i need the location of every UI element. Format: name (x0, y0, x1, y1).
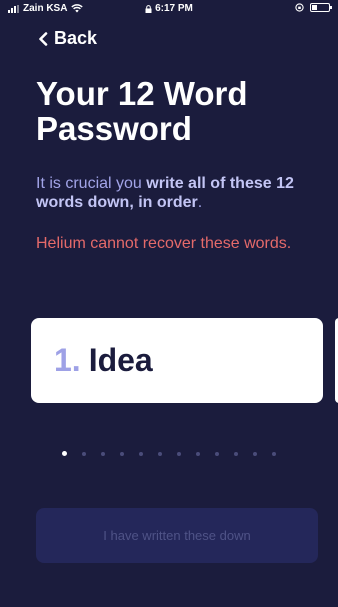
pagination-dot (177, 451, 181, 456)
pagination-dot (101, 451, 105, 456)
back-button[interactable]: Back (38, 28, 97, 49)
pagination-dot (82, 451, 86, 456)
chevron-left-icon (39, 31, 48, 46)
status-bar: Zain KSA 6:17 PM (0, 0, 338, 18)
pagination-dot (196, 451, 200, 456)
pagination-dot (158, 451, 162, 456)
pagination-dot (234, 451, 238, 456)
word-card[interactable]: 1. Idea (31, 318, 323, 403)
orientation-lock-icon (295, 3, 304, 12)
warning-text: Helium cannot recover these words. (36, 235, 292, 252)
pagination-dots (62, 451, 276, 456)
lock-icon (145, 4, 152, 13)
status-right (295, 3, 332, 12)
word-number: 1. (54, 342, 81, 378)
pagination-dot (139, 451, 143, 456)
pagination-dot (62, 451, 67, 456)
password-screen: Zain KSA 6:17 PM Back Your 12 Word Passw… (0, 0, 338, 607)
battery-icon (310, 3, 332, 12)
instruction-prefix: It is crucial you (36, 175, 147, 192)
confirm-written-button[interactable]: I have written these down (36, 508, 318, 563)
instruction-suffix: . (197, 194, 203, 211)
instruction-text: It is crucial you write all of these 12 … (36, 174, 321, 212)
pagination-dot (215, 451, 219, 456)
status-center: 6:17 PM (0, 3, 338, 14)
word-text: Idea (88, 342, 153, 378)
clock-label: 6:17 PM (155, 3, 193, 14)
pagination-dot (120, 451, 124, 456)
page-title: Your 12 Word Password (36, 75, 248, 147)
back-label: Back (54, 28, 98, 48)
pagination-dot (272, 451, 276, 456)
pagination-dot (253, 451, 257, 456)
